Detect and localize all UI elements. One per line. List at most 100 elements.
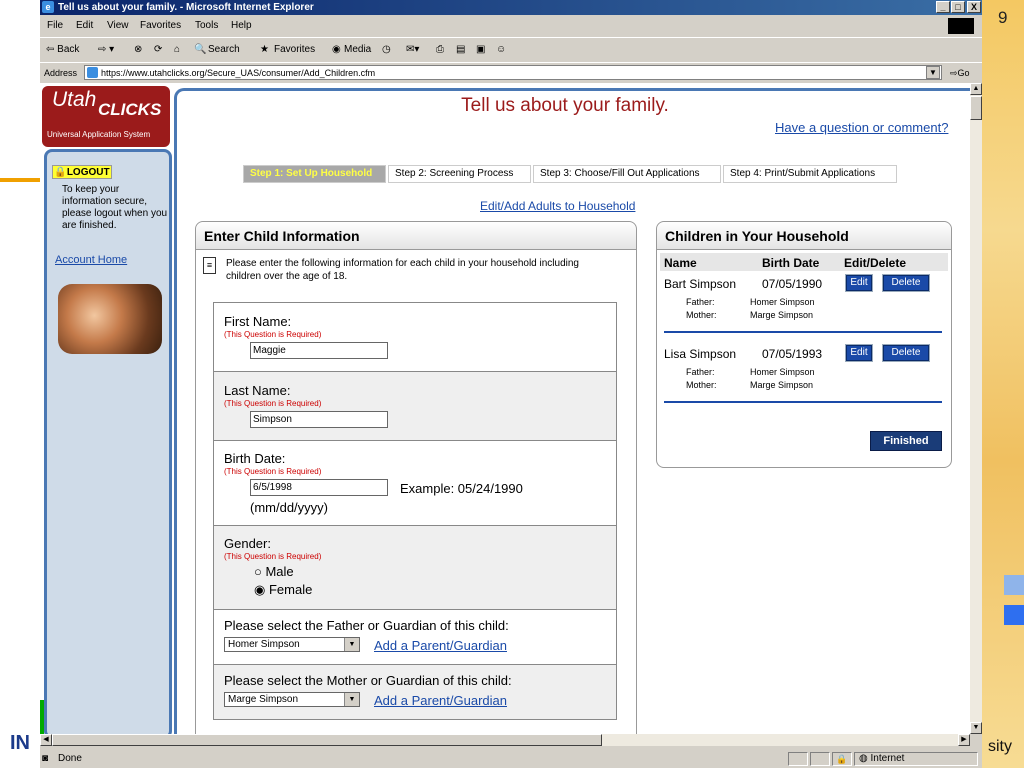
logout-button[interactable]: 🔒LOGOUT: [52, 165, 112, 179]
status-bar: ◙ Done 🔒 ◍ Internet: [40, 750, 982, 768]
chevron-down-icon: ▼: [344, 638, 359, 651]
mother-select[interactable]: Marge Simpson ▼: [224, 692, 360, 707]
ie-icon: e: [42, 1, 54, 13]
tab-step-2[interactable]: Step 2: Screening Process: [388, 165, 531, 183]
radio-checked-icon: ◉: [254, 582, 269, 597]
household-heading: Children in Your Household: [657, 222, 951, 250]
forward-button[interactable]: ⇨ ▾: [98, 38, 114, 62]
tab-step-4[interactable]: Step 4: Print/Submit Applications: [723, 165, 897, 183]
vertical-scrollbar[interactable]: ▲ ▼: [970, 83, 982, 734]
father-caption: Father:: [686, 297, 715, 307]
birth-date-format: (mm/dd/yyyy): [250, 500, 328, 515]
edit-page-icon[interactable]: ▤: [456, 38, 465, 62]
slide-page-number: 9: [998, 8, 1008, 27]
stop-icon[interactable]: ⊗: [134, 38, 142, 62]
edit-adults-link[interactable]: Edit/Add Adults to Household: [480, 199, 635, 213]
mother-label: Please select the Mother or Guardian of …: [224, 673, 512, 688]
logo-utah: Utah: [52, 88, 97, 111]
child-name: Lisa Simpson: [664, 347, 737, 361]
finished-button[interactable]: Finished: [870, 431, 942, 451]
close-button[interactable]: X: [967, 1, 981, 13]
radio-unchecked-icon: ○: [254, 564, 266, 579]
favorites-button[interactable]: Favorites: [274, 38, 315, 62]
globe-icon: ◍: [859, 753, 871, 764]
zone-label: Internet: [870, 753, 905, 764]
menu-file[interactable]: File: [47, 16, 63, 36]
menu-view[interactable]: View: [107, 16, 129, 36]
menu-bar: File Edit View Favorites Tools Help: [40, 16, 982, 36]
slide-square-light: [1004, 575, 1024, 595]
birth-date-required: (This Question is Required): [224, 467, 322, 476]
menu-favorites[interactable]: Favorites: [140, 16, 181, 36]
discuss-icon[interactable]: ▣: [476, 38, 485, 62]
media-button[interactable]: Media: [344, 38, 371, 62]
gender-female-radio[interactable]: ◉ Female: [254, 582, 312, 598]
father-caption: Father:: [686, 367, 715, 377]
mother-caption: Mother:: [686, 310, 717, 320]
favorites-icon: ★: [260, 44, 269, 55]
horizontal-scrollbar[interactable]: ◀ ▶: [40, 734, 970, 746]
refresh-icon[interactable]: ⟳: [154, 38, 162, 62]
child-father: Homer Simpson: [750, 297, 815, 307]
address-bar: Address https://www.utahclicks.org/Secur…: [40, 62, 982, 83]
back-button[interactable]: ⇦ Back: [46, 38, 79, 62]
col-birth-date: Birth Date: [762, 256, 820, 270]
search-icon: 🔍: [194, 44, 207, 55]
delete-button[interactable]: Delete: [882, 274, 930, 292]
messenger-icon[interactable]: ☺: [496, 38, 506, 62]
slide-footer-right: sity: [988, 738, 1012, 755]
last-name-row: Last Name: (This Question is Required) S…: [214, 372, 616, 441]
tab-step-1[interactable]: Step 1: Set Up Household: [243, 165, 386, 183]
edit-button[interactable]: Edit: [845, 274, 873, 292]
last-name-input[interactable]: Simpson: [250, 411, 388, 428]
history-icon[interactable]: ◷: [382, 38, 391, 62]
account-home-link[interactable]: Account Home: [55, 254, 127, 266]
tab-step-3[interactable]: Step 3: Choose/Fill Out Applications: [533, 165, 721, 183]
title-bar: e Tell us about your family. - Microsoft…: [40, 0, 982, 15]
menu-edit[interactable]: Edit: [76, 16, 93, 36]
birth-date-row: Birth Date: (This Question is Required) …: [214, 441, 616, 526]
gender-row: Gender: (This Question is Required) ○ Ma…: [214, 526, 616, 610]
logo-clicks: CLICKS: [98, 100, 162, 119]
address-input[interactable]: https://www.utahclicks.org/Secure_UAS/co…: [84, 65, 942, 80]
birth-date-input[interactable]: 6/5/1998: [250, 479, 388, 496]
minimize-button[interactable]: _: [936, 1, 950, 13]
edit-button[interactable]: Edit: [845, 344, 873, 362]
add-mother-link[interactable]: Add a Parent/Guardian: [374, 693, 507, 708]
status-page-icon: ◙: [42, 753, 49, 764]
mail-icon[interactable]: ✉▾: [406, 38, 419, 62]
menu-help[interactable]: Help: [231, 16, 252, 36]
mother-select-value: Marge Simpson: [228, 694, 299, 705]
address-dropdown-icon[interactable]: ▼: [926, 66, 940, 79]
father-select[interactable]: Homer Simpson ▼: [224, 637, 360, 652]
birth-date-example: Example: 05/24/1990: [400, 481, 523, 496]
window-title: Tell us about your family. - Microsoft I…: [58, 2, 314, 13]
add-father-link[interactable]: Add a Parent/Guardian: [374, 638, 507, 653]
scroll-down-icon[interactable]: ▼: [970, 722, 982, 734]
mother-row: Please select the Mother or Guardian of …: [214, 665, 616, 719]
scroll-left-icon[interactable]: ◀: [40, 734, 52, 746]
utahclicks-logo[interactable]: Utah CLICKS Universal Application System: [42, 86, 170, 147]
page-title: Tell us about your family.: [461, 95, 669, 116]
maximize-button[interactable]: □: [951, 1, 965, 13]
windows-logo-icon: [948, 18, 974, 34]
question-comment-link[interactable]: Have a question or comment?: [775, 120, 948, 135]
print-icon[interactable]: ⎙: [436, 38, 444, 62]
child-birth: 07/05/1990: [762, 277, 823, 291]
go-button[interactable]: ⇨Go: [950, 63, 970, 83]
father-label: Please select the Father or Guardian of …: [224, 618, 509, 633]
delete-button[interactable]: Delete: [882, 344, 930, 362]
lock-icon: 🔒: [54, 167, 67, 178]
gender-male-radio[interactable]: ○ Male: [254, 564, 294, 579]
scroll-up-icon[interactable]: ▲: [970, 83, 982, 95]
security-zone: ◍ Internet: [854, 752, 978, 766]
home-icon[interactable]: ⌂: [174, 38, 180, 62]
first-name-input[interactable]: Maggie: [250, 342, 388, 359]
vertical-scroll-thumb[interactable]: [970, 96, 982, 120]
search-button[interactable]: Search: [208, 38, 240, 62]
scroll-right-icon[interactable]: ▶: [958, 734, 970, 746]
menu-tools[interactable]: Tools: [195, 16, 218, 36]
child-separator: [664, 331, 942, 333]
horizontal-scroll-thumb[interactable]: [52, 734, 602, 746]
child-form: First Name: (This Question is Required) …: [213, 302, 617, 720]
